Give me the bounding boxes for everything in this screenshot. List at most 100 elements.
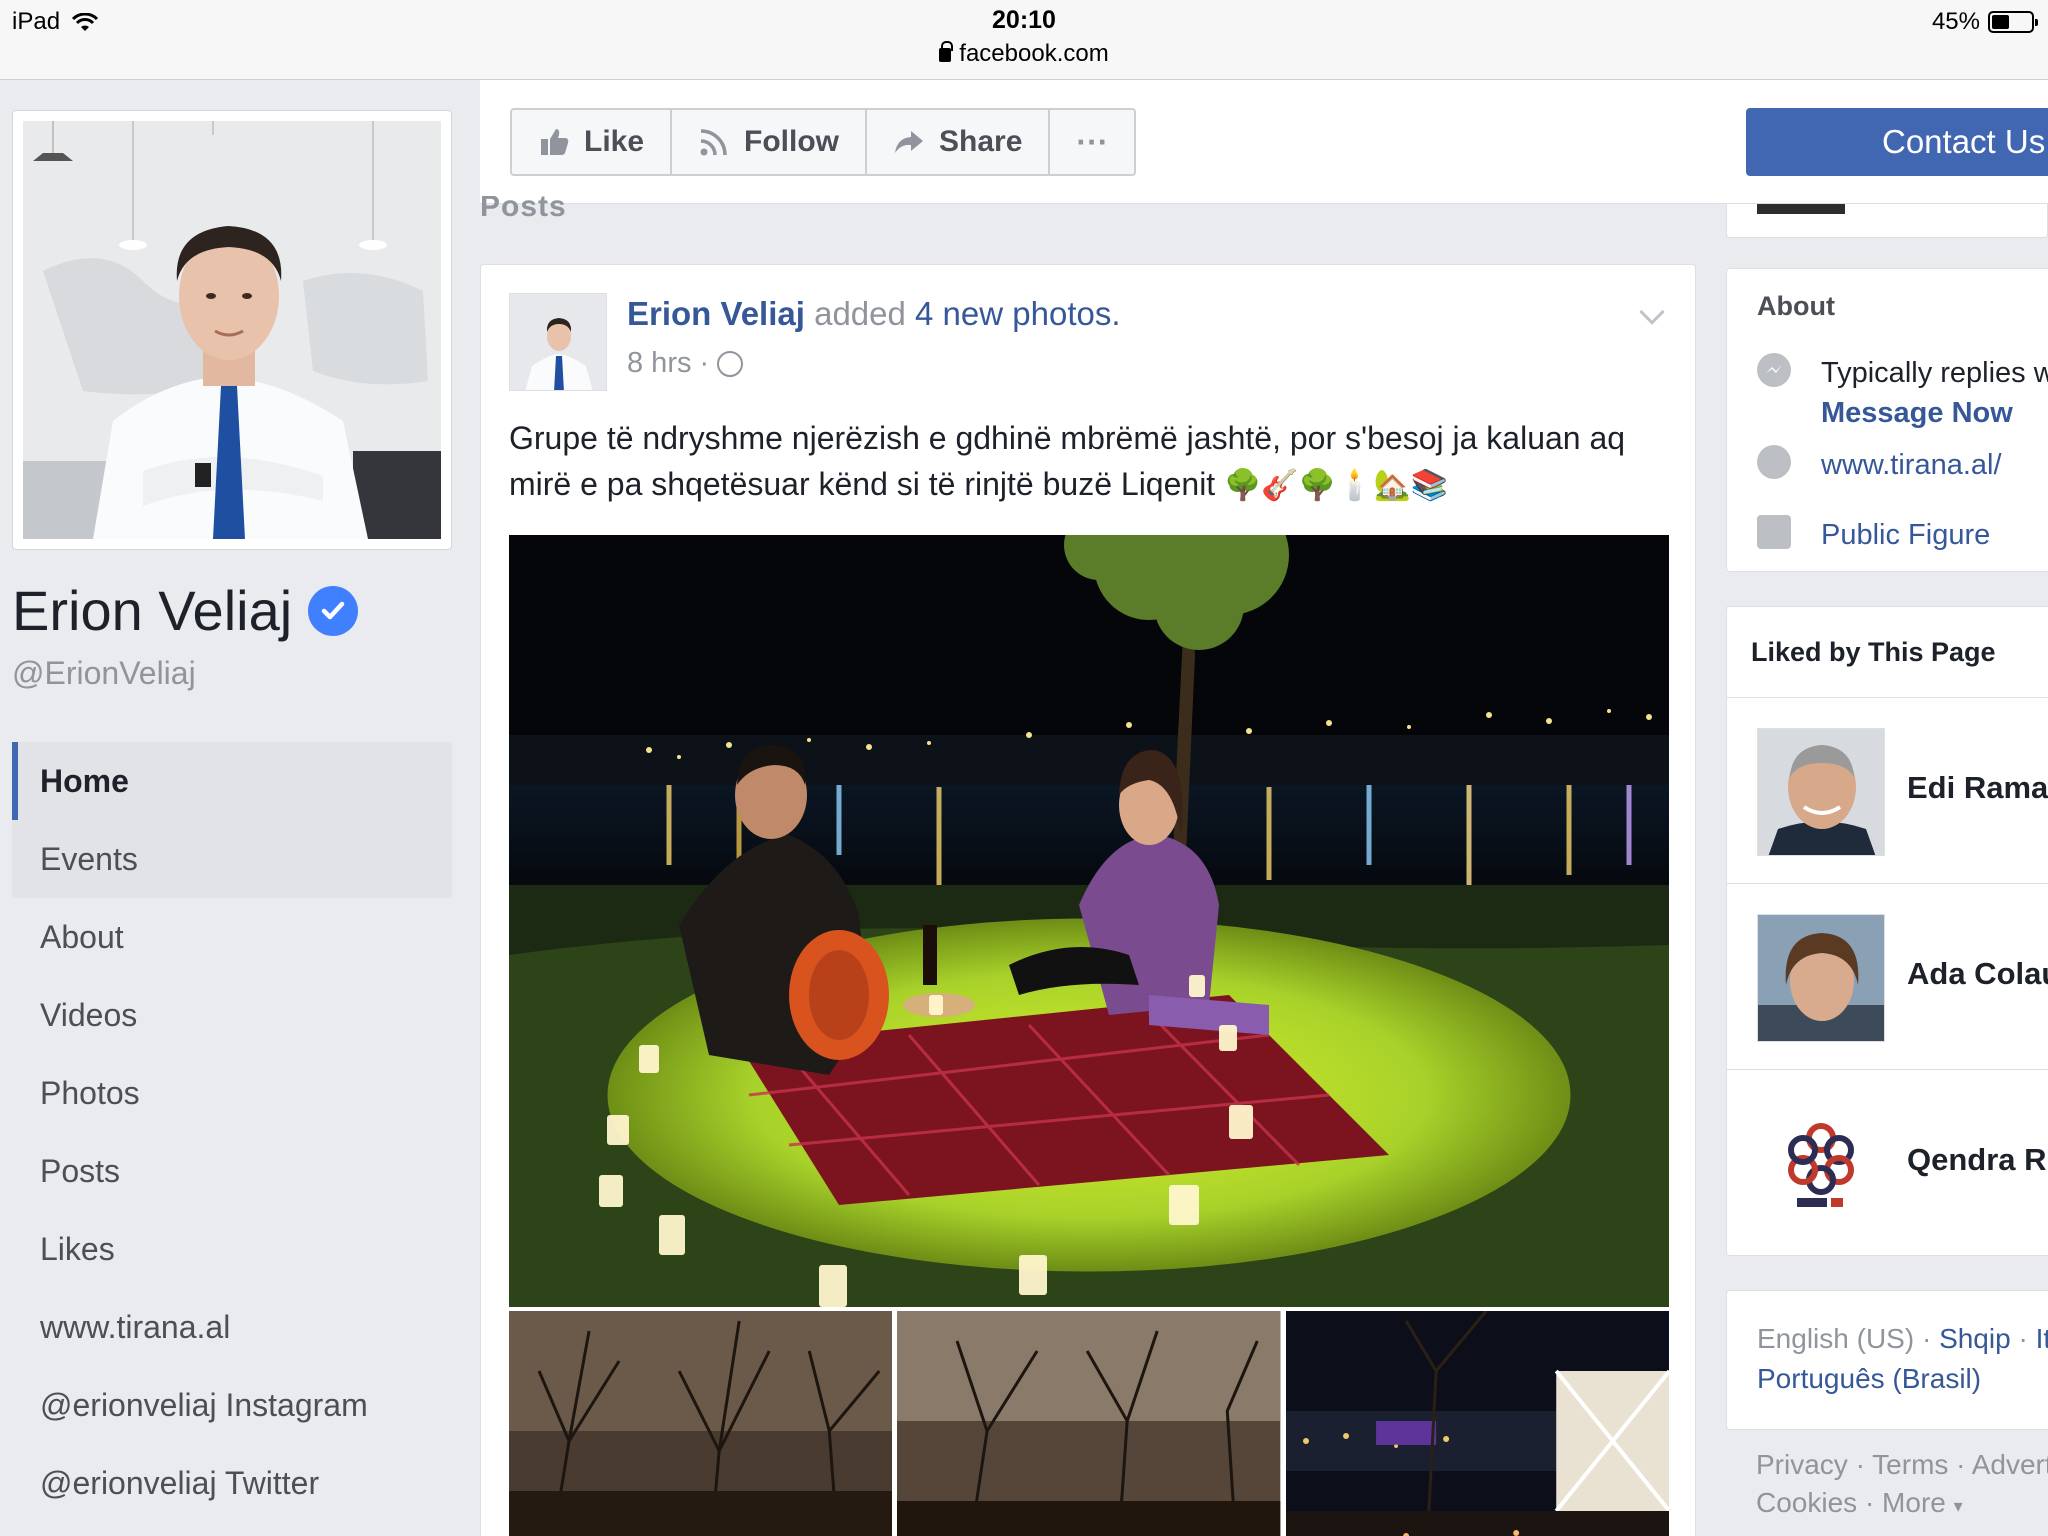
more-options-button[interactable]: ··· <box>1050 110 1134 174</box>
liked-pages-card: Liked by This Page Edi Rama Ada Colau Qe… <box>1726 606 2048 1256</box>
liked-page-avatar[interactable] <box>1757 914 1885 1042</box>
address-bar[interactable]: facebook.com <box>0 40 2048 68</box>
liked-page-name[interactable]: Edi Rama <box>1907 770 2048 806</box>
nav-item-posts[interactable]: Posts <box>12 1132 452 1210</box>
about-card: About Typically replies within Message N… <box>1726 268 2048 572</box>
battery-icon <box>1988 11 2038 33</box>
current-language: English (US) <box>1757 1323 1915 1354</box>
post-author-avatar[interactable] <box>509 293 607 391</box>
page-nav: Home Events About Videos Photos Posts Li… <box>12 742 452 1522</box>
liked-page-avatar[interactable] <box>1757 728 1885 856</box>
like-button[interactable]: Like <box>512 110 673 174</box>
post-author-link[interactable]: Erion Veliaj <box>627 295 805 332</box>
avatar-art <box>1758 729 1884 855</box>
nav-item-photos[interactable]: Photos <box>12 1054 452 1132</box>
language-separator: · <box>1914 1323 1940 1354</box>
share-button[interactable]: Share <box>867 110 1051 174</box>
about-category-row: Public Figure <box>1757 515 1990 555</box>
nav-item-home[interactable]: Home <box>12 742 452 820</box>
category-star-icon <box>1757 515 1791 549</box>
post-photo-thumb[interactable] <box>509 1311 893 1536</box>
right-column-top-card <box>1726 204 2048 238</box>
page-name: Erion Veliaj <box>12 578 359 643</box>
post-timestamp[interactable]: 8 hrs · <box>627 347 709 380</box>
lock-icon <box>939 41 954 62</box>
battery-indicator: 45% <box>1931 8 2038 36</box>
clock: 20:10 <box>992 6 1056 34</box>
battery-fill <box>1992 15 2010 29</box>
page-action-bar: Like Follow Share ··· Contact Us <box>480 80 2048 204</box>
share-arrow-icon <box>895 131 924 153</box>
liked-page-name[interactable]: Qendra Rinore <box>1907 1142 2048 1178</box>
verified-badge-icon <box>308 585 359 636</box>
post-photo-thumb[interactable] <box>1285 1311 1669 1536</box>
nav-item-events[interactable]: Events <box>12 820 452 898</box>
language-list: English (US) · Shqip · Italiano Portuguê… <box>1757 1319 2048 1399</box>
main-photo-art <box>509 535 1669 1307</box>
language-separator: · <box>2010 1323 2036 1354</box>
post-emojis: 🌳🎸🌳🕯️🏡📚 <box>1224 468 1449 503</box>
thumb-art-1 <box>509 1311 893 1536</box>
nav-item-about[interactable]: About <box>12 898 452 976</box>
liked-page-row[interactable]: Ada Colau <box>1727 883 2048 1069</box>
post-photo-grid <box>509 1311 1669 1536</box>
profile-photo-art <box>23 121 441 539</box>
response-time-text: Typically replies within <box>1821 357 2048 389</box>
footer-links: Privacy · Terms · Advertising Cookies · … <box>1756 1446 2048 1525</box>
profile-picture[interactable] <box>12 110 452 550</box>
liked-page-row[interactable]: Edi Rama <box>1727 697 2048 883</box>
liked-page-row[interactable]: Qendra Rinore <box>1727 1069 2048 1255</box>
about-card-title: About <box>1757 291 1835 321</box>
language-link-italiano[interactable]: Italiano <box>2036 1323 2048 1354</box>
rss-icon <box>700 129 727 156</box>
post-meta: 8 hrs · <box>627 347 744 380</box>
contact-us-button[interactable]: Contact Us <box>1746 108 2048 176</box>
follow-label: Follow <box>744 125 840 158</box>
language-link-shqip[interactable]: Shqip <box>1939 1323 2011 1354</box>
post-text: Grupe të ndryshme njerëzish e gdhinë mbr… <box>509 415 1669 509</box>
post-options-chevron-icon[interactable] <box>1639 299 1665 325</box>
like-label: Like <box>584 125 645 158</box>
avatar-art <box>1758 915 1884 1041</box>
top-card-thumbnail <box>1757 204 1845 214</box>
language-card: English (US) · Shqip · Italiano Portuguê… <box>1726 1290 2048 1430</box>
post-main-photo[interactable] <box>509 535 1669 1307</box>
message-now-link[interactable]: Message Now <box>1821 393 2048 433</box>
page-name-text: Erion Veliaj <box>12 579 293 642</box>
ios-status-bar: iPad 20:10 facebook.com 45% <box>0 0 2048 80</box>
globe-icon <box>717 350 744 377</box>
page-handle[interactable]: @ErionVeliaj <box>12 655 196 692</box>
share-label: Share <box>939 125 1023 158</box>
about-response-row: Typically replies within Message Now <box>1757 353 2048 433</box>
post-text-body: Grupe të ndryshme njerëzish e gdhinë mbr… <box>509 420 1626 502</box>
post-photos-link[interactable]: 4 new photos. <box>915 295 1120 332</box>
globe-icon <box>1757 445 1791 479</box>
nav-item-twitter[interactable]: @erionveliaj Twitter <box>12 1444 452 1522</box>
caret-down-icon[interactable]: ▾ <box>1954 1496 1963 1516</box>
website-link[interactable]: www.tirana.al/ <box>1821 445 2002 485</box>
battery-percent: 45% <box>1931 8 1980 35</box>
url-text: facebook.com <box>959 40 1109 67</box>
language-link-portugues[interactable]: Português (Brasil) <box>1757 1363 1981 1394</box>
avatar-art <box>510 294 606 390</box>
thumb-art-3 <box>1285 1311 1669 1536</box>
footer-line-1[interactable]: Privacy · Terms · Advertising <box>1756 1446 2048 1484</box>
liked-page-name[interactable]: Ada Colau <box>1907 956 2048 992</box>
profile-photo <box>23 121 441 539</box>
nav-item-instagram[interactable]: @erionveliaj Instagram <box>12 1366 452 1444</box>
thumb-art-2 <box>897 1311 1281 1536</box>
more-dots-icon: ··· <box>1076 123 1109 160</box>
thumbs-up-icon <box>541 129 569 155</box>
nav-item-website[interactable]: www.tirana.al <box>12 1288 452 1366</box>
nav-item-videos[interactable]: Videos <box>12 976 452 1054</box>
posts-section-heading: Posts <box>480 196 567 223</box>
qrt-logo-icon <box>1757 1100 1885 1228</box>
category-link[interactable]: Public Figure <box>1821 515 1990 555</box>
footer-line-2-text[interactable]: Cookies · More <box>1756 1487 1946 1518</box>
nav-item-likes[interactable]: Likes <box>12 1210 452 1288</box>
messenger-icon <box>1757 353 1791 387</box>
post-photo-thumb[interactable] <box>897 1311 1281 1536</box>
post-action-text: added <box>804 295 916 332</box>
follow-button[interactable]: Follow <box>672 110 868 174</box>
liked-page-avatar[interactable] <box>1757 1100 1885 1228</box>
